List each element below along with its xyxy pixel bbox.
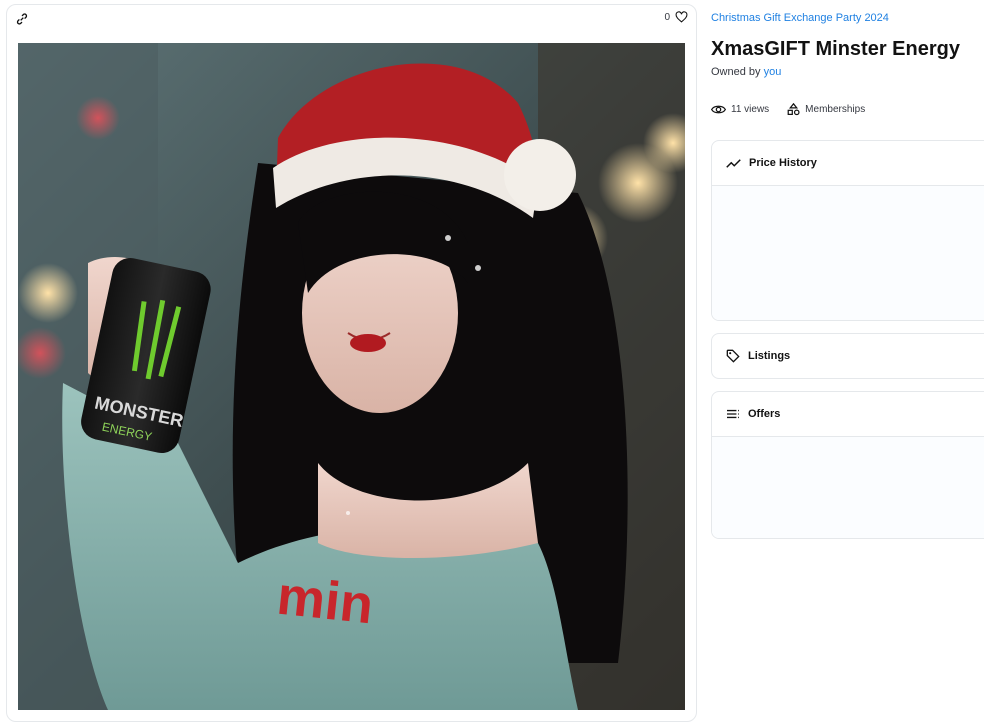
trend-line-icon xyxy=(726,158,741,168)
favorite-count: 0 xyxy=(664,11,670,23)
artwork-illustration: MONSTER ENERGY min xyxy=(18,43,685,710)
price-history-title: Price History xyxy=(749,157,817,169)
sweater-text: min xyxy=(274,566,376,636)
price-history-header[interactable]: Price History xyxy=(712,141,984,185)
collection-link[interactable]: Christmas Gift Exchange Party 2024 xyxy=(711,12,889,24)
memberships-label: Memberships xyxy=(805,104,866,115)
nft-artwork-image[interactable]: MONSTER ENERGY min xyxy=(18,43,685,710)
item-stats: 11 views Memberships xyxy=(711,103,865,116)
list-icon xyxy=(727,409,739,419)
offers-title: Offers xyxy=(748,408,781,420)
views-stat: 11 views xyxy=(711,104,769,115)
views-count: 11 views xyxy=(731,104,770,115)
memberships-stat[interactable]: Memberships xyxy=(787,103,865,116)
heart-icon xyxy=(675,11,688,23)
offers-panel: Offers xyxy=(711,391,984,539)
media-card-toolbar: 0 xyxy=(7,5,696,33)
listings-title: Listings xyxy=(748,350,791,362)
item-title: XmasGIFT Minster Energy xyxy=(711,38,960,60)
favorite-button[interactable]: 0 xyxy=(664,11,688,23)
item-media-card: 0 MONSTER ENERGY min xyxy=(6,4,697,722)
listings-panel: Listings xyxy=(711,333,984,379)
offers-header[interactable]: Offers xyxy=(712,392,984,436)
shapes-icon xyxy=(787,103,800,116)
owned-by-line: Owned by you xyxy=(711,66,781,78)
price-history-body xyxy=(712,185,984,320)
owned-by-label: Owned by xyxy=(711,66,761,78)
owner-link[interactable]: you xyxy=(764,66,782,78)
listings-header[interactable]: Listings xyxy=(712,334,984,378)
tag-icon xyxy=(726,349,740,363)
link-icon[interactable] xyxy=(15,12,29,26)
eye-icon xyxy=(711,105,726,114)
price-history-panel: Price History xyxy=(711,140,984,321)
offers-body xyxy=(712,436,984,538)
